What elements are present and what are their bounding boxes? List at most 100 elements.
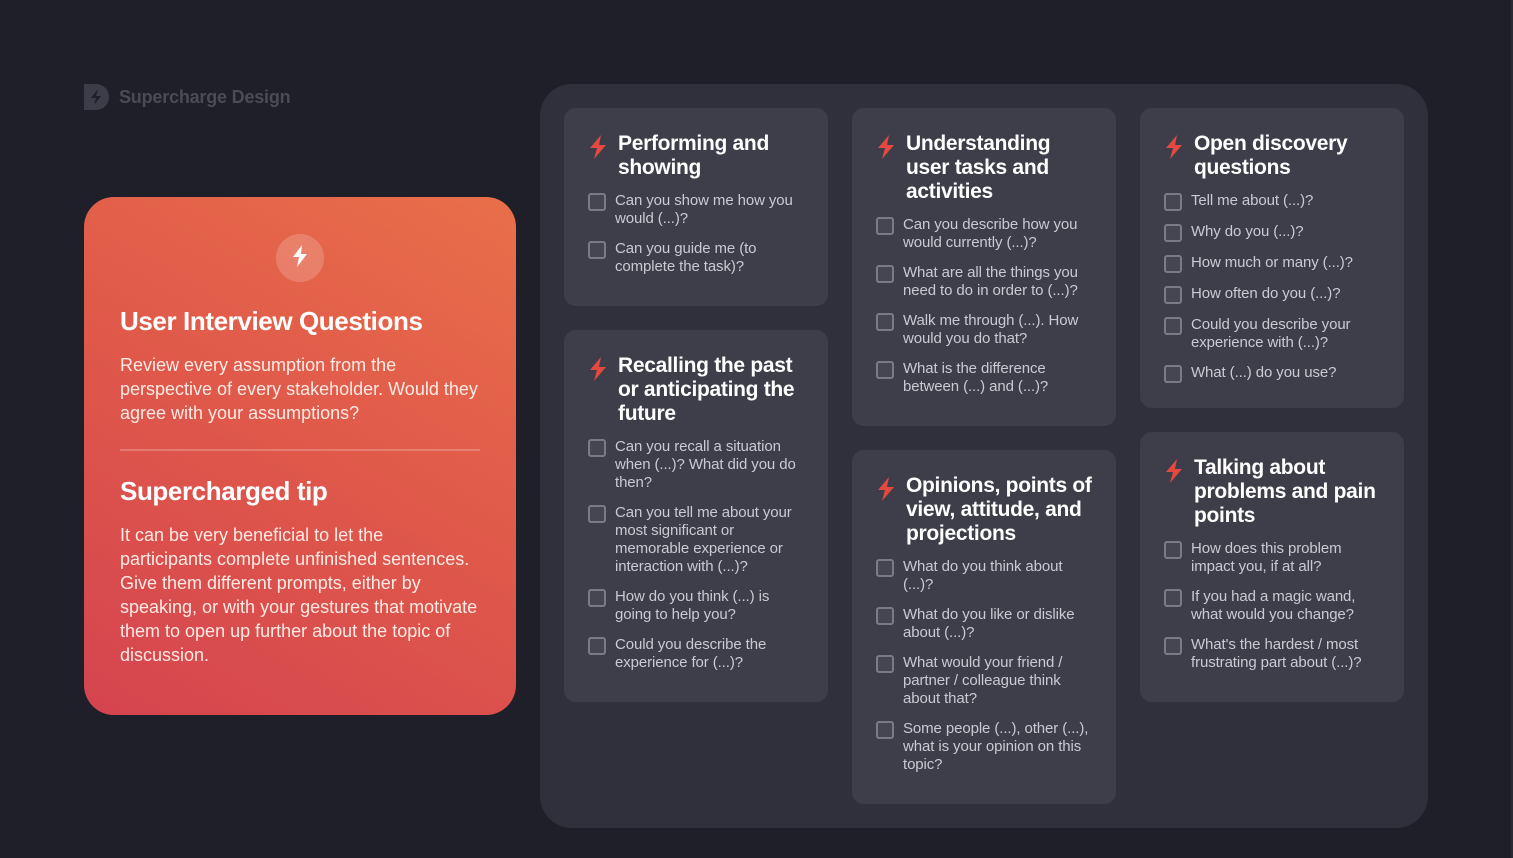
hero-title: User Interview Questions [120,306,423,336]
question-text: How much or many (...)? [1191,254,1353,271]
question-text: How do you think (...) is going to help … [615,588,770,623]
question-item[interactable]: Why do you (...)? [1164,223,1380,242]
question-item[interactable]: Can you guide me (to complete the task)? [588,240,804,276]
questions-panel: Performing and showing Can you show me h… [540,84,1428,828]
question-item[interactable]: Some people (...), other (...), what is … [876,720,1092,774]
question-text: What are all the things you need to do i… [903,264,1078,299]
bolt-d-logo-icon [84,84,109,110]
brand: Supercharge Design [84,84,291,110]
question-text: How does this problem impact you, if at … [1191,540,1342,575]
question-item[interactable]: What are all the things you need to do i… [876,264,1092,300]
checkbox[interactable] [1164,637,1182,655]
question-item[interactable]: Can you show me how you would (...)? [588,192,804,228]
checkbox[interactable] [876,265,894,283]
hero-icon-badge [276,234,324,282]
brand-name: Supercharge Design [119,86,291,107]
question-text: How often do you (...)? [1191,285,1341,302]
checkbox[interactable] [876,361,894,379]
category-title: Understanding user tasks and activities [906,132,1051,203]
checkbox[interactable] [588,637,606,655]
lightning-bolt-icon [588,135,610,164]
category-card-opinions: Opinions, points of view, attitude, and … [852,450,1116,804]
checkbox[interactable] [1164,193,1182,211]
checkbox[interactable] [1164,589,1182,607]
checkbox[interactable] [588,193,606,211]
question-item[interactable]: What (...) do you use? [1164,364,1380,383]
question-item[interactable]: What do you think about (...)? [876,558,1092,594]
question-item[interactable]: Can you recall a situation when (...)? W… [588,438,804,492]
category-title: Open discovery questions [1194,132,1348,179]
checkbox[interactable] [1164,255,1182,273]
category-title: Talking about problems and pain points [1194,456,1376,527]
checkbox[interactable] [876,607,894,625]
lightning-bolt-icon [291,244,309,272]
checkbox[interactable] [876,313,894,331]
question-item[interactable]: Can you describe how you would currently… [876,216,1092,252]
tip-text: It can be very beneficial to let the par… [120,525,478,665]
checkbox[interactable] [588,241,606,259]
category-card-problems: Talking about problems and pain points H… [1140,432,1404,702]
checkbox[interactable] [588,505,606,523]
checkbox[interactable] [1164,224,1182,242]
question-item[interactable]: If you had a magic wand, what would you … [1164,588,1380,624]
question-text: Can you show me how you would (...)? [615,192,793,227]
category-card-open-discovery: Open discovery questions Tell me about (… [1140,108,1404,408]
question-text: Some people (...), other (...), what is … [903,720,1089,773]
lightning-bolt-icon [1164,135,1186,164]
category-card-recalling: Recalling the past or anticipating the f… [564,330,828,702]
question-text: What do you like or dislike about (...)? [903,606,1075,641]
checkbox[interactable] [876,655,894,673]
checkbox[interactable] [1164,286,1182,304]
question-text: What's the hardest / most frustrating pa… [1191,636,1362,671]
checkbox[interactable] [1164,317,1182,335]
checkbox[interactable] [876,559,894,577]
category-card-performing: Performing and showing Can you show me h… [564,108,828,306]
lightning-bolt-icon [588,357,610,386]
checkbox[interactable] [876,721,894,739]
question-text: Could you describe the experience for (.… [615,636,767,671]
question-item[interactable]: Could you describe the experience for (.… [588,636,804,672]
hero-card: User Interview Questions Review every as… [84,197,516,715]
tip-title: Supercharged tip [120,476,328,506]
question-item[interactable]: How does this problem impact you, if at … [1164,540,1380,576]
question-item[interactable]: How much or many (...)? [1164,254,1380,273]
checkbox[interactable] [588,439,606,457]
question-item[interactable]: How do you think (...) is going to help … [588,588,804,624]
question-text: Tell me about (...)? [1191,192,1314,209]
question-text: What do you think about (...)? [903,558,1063,593]
question-text: Can you describe how you would currently… [903,216,1078,251]
category-card-understanding: Understanding user tasks and activities … [852,108,1116,426]
question-text: If you had a magic wand, what would you … [1191,588,1356,623]
checkbox[interactable] [588,589,606,607]
question-text: Can you recall a situation when (...)? W… [615,438,796,491]
question-text: What is the difference between (...) and… [903,360,1049,395]
slide: Supercharge Design User Interview Questi… [0,0,1513,858]
category-title: Recalling the past or anticipating the f… [618,354,795,425]
question-item[interactable]: How often do you (...)? [1164,285,1380,304]
question-item[interactable]: Walk me through (...). How would you do … [876,312,1092,348]
checkbox[interactable] [1164,541,1182,559]
question-item[interactable]: Could you describe your experience with … [1164,316,1380,352]
question-item[interactable]: What would your friend / partner / colle… [876,654,1092,708]
category-title: Performing and showing [618,132,769,179]
question-text: Why do you (...)? [1191,223,1304,240]
divider [120,449,480,451]
question-item[interactable]: What is the difference between (...) and… [876,360,1092,396]
question-text: Can you guide me (to complete the task)? [615,240,757,275]
question-item[interactable]: Can you tell me about your most signific… [588,504,804,576]
lightning-bolt-icon [876,477,898,506]
lightning-bolt-icon [1164,459,1186,488]
checkbox[interactable] [876,217,894,235]
question-item[interactable]: What do you like or dislike about (...)? [876,606,1092,642]
question-text: What (...) do you use? [1191,364,1337,381]
lightning-bolt-icon [876,135,898,164]
question-item[interactable]: Tell me about (...)? [1164,192,1380,211]
checkbox[interactable] [1164,365,1182,383]
question-text: Could you describe your experience with … [1191,316,1351,351]
question-text: Can you tell me about your most signific… [615,504,792,575]
question-item[interactable]: What's the hardest / most frustrating pa… [1164,636,1380,672]
question-text: What would your friend / partner / colle… [903,654,1063,707]
hero-description: Review every assumption from the perspec… [120,355,478,423]
category-title: Opinions, points of view, attitude, and … [906,474,1092,545]
question-text: Walk me through (...). How would you do … [903,312,1079,347]
